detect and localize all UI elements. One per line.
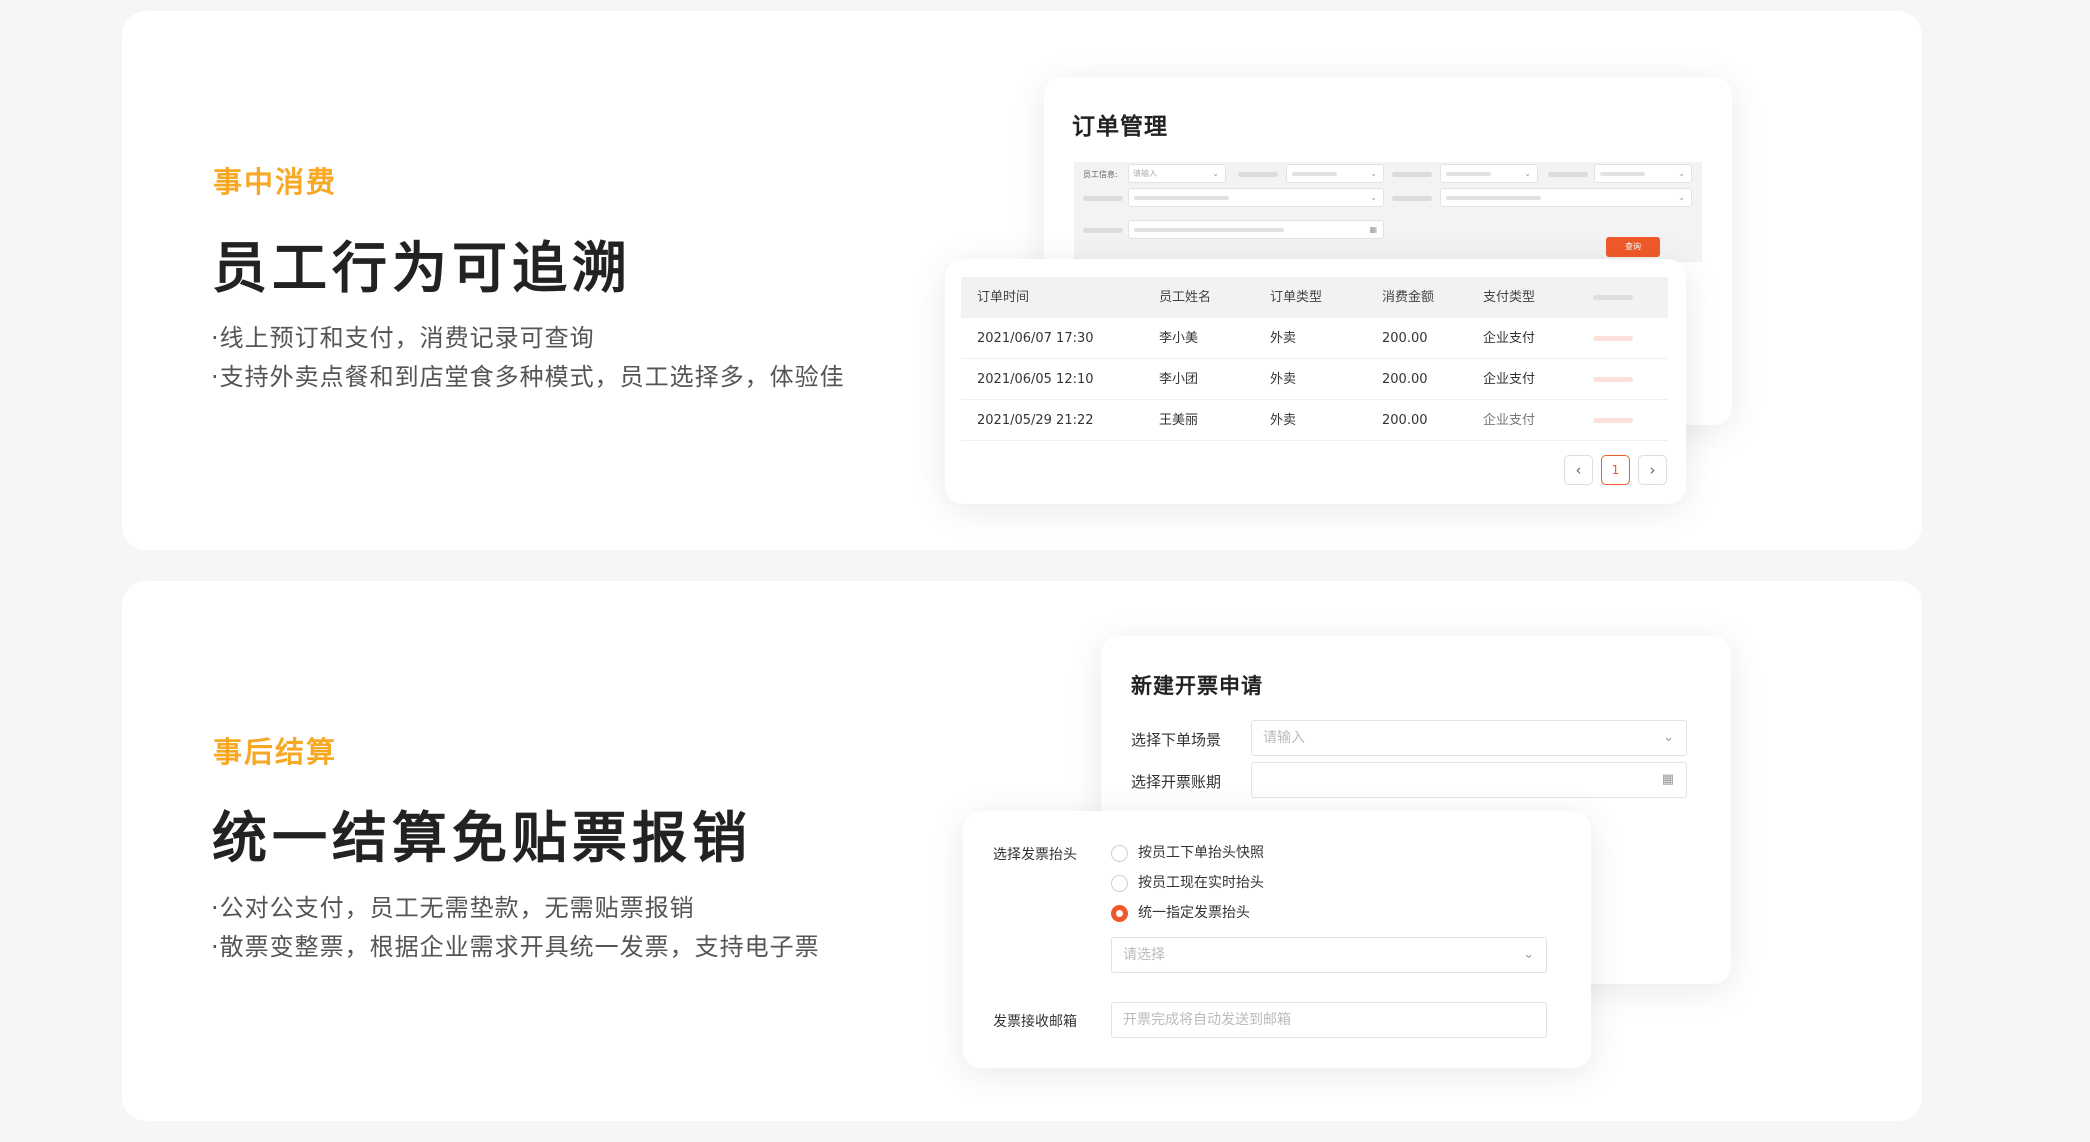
radio-checked-icon[interactable] [1111, 905, 1128, 922]
bullet-item: ·公对公支付，员工无需垫款，无需贴票报销 [211, 894, 695, 922]
amount: 200.00 [1382, 331, 1428, 346]
filter-label-placeholder [1083, 196, 1123, 201]
input-placeholder: 请输入 [1133, 169, 1157, 178]
column-header: 消费金额 [1382, 290, 1435, 305]
date-range-input[interactable]: ▦ [1128, 220, 1384, 239]
amount: 200.00 [1382, 372, 1428, 387]
chevron-down-icon: ⌄ [1370, 169, 1377, 178]
payment-type: 企业支付 [1483, 413, 1536, 428]
table-row[interactable]: 2021/05/29 21:22 王美丽 外卖 200.00 企业支付 [961, 400, 1668, 441]
email-input[interactable]: 开票完成将自动发送到邮箱 [1111, 1002, 1547, 1038]
card-title: 新建开票申请 [1131, 674, 1263, 698]
section-bullets: ·线上预订和支付，消费记录可查询 ·支持外卖点餐和到店堂食多种模式，员工选择多，… [211, 319, 845, 397]
filter-label-placeholder [1083, 228, 1123, 233]
filter-select[interactable]: ⌄ [1594, 164, 1692, 183]
input-placeholder: 请输入 [1263, 730, 1305, 746]
invoice-header-select[interactable]: 请选择 ⌄ [1111, 937, 1547, 973]
action-link-placeholder[interactable] [1593, 336, 1633, 341]
order-scene-select[interactable]: 请输入 ⌄ [1251, 720, 1687, 756]
column-header: 员工姓名 [1159, 290, 1212, 305]
radio-icon[interactable] [1111, 875, 1128, 892]
section-eyebrow: 事后结算 [213, 735, 338, 769]
chevron-down-icon: ⌄ [1678, 193, 1685, 202]
calendar-icon: ▦ [1369, 225, 1377, 234]
column-header-placeholder [1593, 295, 1633, 300]
billing-period-label: 选择开票账期 [1131, 773, 1222, 791]
filter-select[interactable]: ⌄ [1128, 188, 1384, 207]
chevron-down-icon: ⌄ [1212, 169, 1219, 178]
employee-name: 李小团 [1159, 372, 1199, 387]
order-time: 2021/05/29 21:22 [977, 413, 1094, 428]
order-scene-label: 选择下单场景 [1131, 731, 1222, 749]
radio-label: 按员工下单抬头快照 [1138, 845, 1264, 861]
payment-type: 企业支付 [1483, 372, 1536, 387]
chevron-down-icon: ⌄ [1524, 169, 1531, 178]
employee-name: 李小美 [1159, 331, 1199, 346]
column-header: 订单时间 [977, 290, 1030, 305]
chevron-down-icon: ⌄ [1523, 947, 1534, 962]
filter-select[interactable]: ⌄ [1286, 164, 1384, 183]
card-title: 订单管理 [1072, 114, 1168, 140]
query-button[interactable]: 查询 [1606, 237, 1660, 257]
next-page-button[interactable]: › [1638, 455, 1667, 485]
action-link-placeholder[interactable] [1593, 377, 1633, 382]
chevron-down-icon: ⌄ [1678, 169, 1685, 178]
input-placeholder: 请选择 [1123, 947, 1165, 963]
page-1-button[interactable]: 1 [1601, 455, 1630, 485]
radio-icon[interactable] [1111, 845, 1128, 862]
order-type: 外卖 [1270, 331, 1297, 346]
filter-label-placeholder [1392, 172, 1432, 177]
employee-name: 王美丽 [1159, 413, 1199, 428]
bullet-item: ·散票变整票，根据企业需求开具统一发票，支持电子票 [211, 933, 820, 961]
amount: 200.00 [1382, 413, 1428, 428]
column-header: 支付类型 [1483, 290, 1536, 305]
employee-info-input[interactable]: 请输入 ⌄ [1128, 164, 1226, 183]
filter-label: 员工信息: [1083, 170, 1118, 179]
column-header: 订单类型 [1270, 290, 1323, 305]
billing-period-input[interactable]: ▦ [1251, 762, 1687, 798]
chevron-down-icon: ⌄ [1370, 193, 1377, 202]
order-table-card: 订单时间 员工姓名 订单类型 消费金额 支付类型 2021/06/07 17:3… [945, 259, 1686, 504]
order-time: 2021/06/07 17:30 [977, 331, 1094, 346]
section-eyebrow: 事中消费 [213, 165, 338, 199]
filter-select[interactable]: ⌄ [1440, 164, 1538, 183]
filter-label-placeholder [1238, 172, 1278, 177]
email-label: 发票接收邮箱 [993, 1014, 1077, 1030]
invoice-header-label: 选择发票抬头 [993, 847, 1077, 863]
action-link-placeholder[interactable] [1593, 418, 1633, 423]
input-placeholder: 开票完成将自动发送到邮箱 [1123, 1012, 1291, 1028]
invoice-header-card: 选择发票抬头 按员工下单抬头快照 按员工现在实时抬头 统一指定发票抬头 请选择 … [963, 811, 1591, 1068]
bullet-item: ·线上预订和支付，消费记录可查询 [211, 324, 595, 352]
order-time: 2021/06/05 12:10 [977, 372, 1094, 387]
filter-label-placeholder [1548, 172, 1588, 177]
radio-label: 统一指定发票抬头 [1138, 905, 1250, 921]
section-bullets: ·公对公支付，员工无需垫款，无需贴票报销 ·散票变整票，根据企业需求开具统一发票… [211, 889, 820, 967]
section-headline: 员工行为可追溯 [212, 236, 633, 300]
radio-label: 按员工现在实时抬头 [1138, 875, 1264, 891]
filter-select[interactable]: ⌄ [1440, 188, 1692, 207]
filter-label-placeholder [1392, 196, 1432, 201]
order-type: 外卖 [1270, 372, 1297, 387]
chevron-down-icon: ⌄ [1663, 730, 1674, 745]
section-headline: 统一结算免贴票报销 [212, 806, 753, 870]
table-row[interactable]: 2021/06/05 12:10 李小团 外卖 200.00 企业支付 [961, 359, 1668, 400]
table-row[interactable]: 2021/06/07 17:30 李小美 外卖 200.00 企业支付 [961, 318, 1668, 359]
prev-page-button[interactable]: ‹ [1564, 455, 1593, 485]
payment-type: 企业支付 [1483, 331, 1536, 346]
order-type: 外卖 [1270, 413, 1297, 428]
table-header: 订单时间 员工姓名 订单类型 消费金额 支付类型 [961, 277, 1668, 318]
calendar-icon: ▦ [1661, 772, 1674, 787]
bullet-item: ·支持外卖点餐和到店堂食多种模式，员工选择多，体验佳 [211, 363, 845, 391]
